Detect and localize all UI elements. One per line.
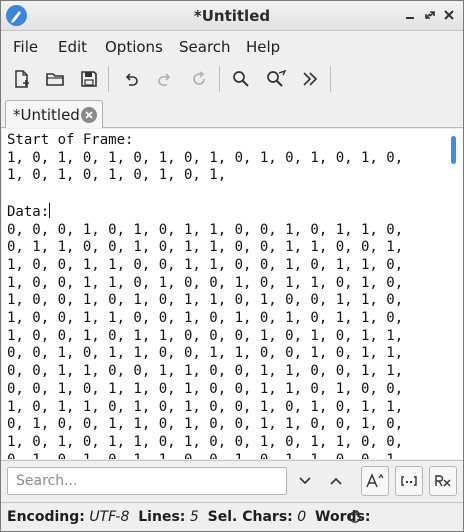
- chevron-down-icon: [299, 477, 311, 485]
- tab-close-icon[interactable]: [81, 107, 97, 123]
- find-replace-button[interactable]: [262, 65, 290, 93]
- encoding-label: Encoding:: [7, 509, 85, 525]
- editor-line: 0, 0, 1, 0, 1, 1, 0, 1, 0, 0, 1, 1, 0, 1…: [7, 380, 404, 397]
- editor-line: 1, 0, 1, 0, 1, 0, 1, 0, 1,: [7, 167, 227, 184]
- text-editor[interactable]: Start of Frame: 1, 0, 1, 0, 1, 0, 1, 0, 1…: [2, 129, 448, 459]
- find-previous-button[interactable]: [322, 467, 350, 495]
- redo-icon: [158, 73, 171, 86]
- match-case-toggle[interactable]: [361, 466, 389, 496]
- sel-chars-label: Sel. Chars:: [207, 509, 293, 525]
- window-title: *Untitled: [193, 7, 271, 25]
- editor-line: 1, 0, 0, 1, 0, 1, 0, 1, 1, 0, 1, 0, 0, 1…: [7, 292, 404, 309]
- title-bar[interactable]: *Untitled: [1, 1, 463, 31]
- regex-toggle[interactable]: [429, 466, 457, 496]
- lines-value: 5: [189, 509, 199, 525]
- refresh-word-count-icon[interactable]: [347, 509, 363, 525]
- save-button[interactable]: [75, 65, 103, 93]
- editor-line: 1, 0, 0, 1, 1, 0, 0, 1, 1, 0, 0, 1, 0, 1…: [7, 256, 404, 273]
- tab-label: *Untitled: [13, 106, 80, 124]
- scrollbar-thumb[interactable]: [451, 136, 456, 164]
- menu-file[interactable]: File: [13, 38, 38, 56]
- encoding-value: UTF-8: [89, 509, 130, 525]
- editor-line: 1, 0, 0, 1, 1, 0, 1, 0, 0, 1, 0, 1, 1, 0…: [7, 274, 404, 291]
- new-document-button[interactable]: [8, 65, 36, 93]
- find-replace-icon: [267, 69, 287, 87]
- regex-icon: [435, 475, 451, 487]
- new-document-icon: [15, 70, 29, 88]
- close-window-icon[interactable]: [442, 8, 456, 22]
- editor-line: 1, 0, 0, 1, 0, 1, 1, 0, 0, 0, 1, 0, 1, 0…: [7, 327, 404, 344]
- editor-line: 0, 1, 0, 1, 0, 1, 1, 0, 0, 1, 0, 1, 1, 0…: [7, 452, 403, 459]
- menu-help[interactable]: Help: [246, 38, 280, 56]
- lines-label: Lines:: [138, 509, 186, 525]
- editor-content[interactable]: Start of Frame: 1, 0, 1, 0, 1, 0, 1, 0, 1…: [7, 132, 403, 459]
- menu-edit[interactable]: Edit: [58, 38, 87, 56]
- whole-word-toggle[interactable]: [395, 466, 423, 496]
- status-info: Encoding: UTF-8 Lines: 5 Sel. Chars: 0 W…: [7, 509, 370, 525]
- find-icon: [233, 71, 249, 87]
- save-icon: [81, 71, 97, 87]
- more-icon: [303, 72, 318, 86]
- chevron-up-icon: [330, 477, 342, 485]
- editor-window: *Untitled File Edit Options Search Help: [0, 0, 464, 532]
- toolbar-separator: [330, 66, 331, 92]
- find-button[interactable]: [227, 65, 255, 93]
- minimize-icon[interactable]: [403, 8, 417, 22]
- open-folder-icon: [46, 73, 64, 86]
- editor-line: 1, 0, 1, 0, 1, 0, 1, 0, 1, 0, 1, 0, 1, 0…: [7, 149, 404, 166]
- editor-line: 0, 0, 1, 1, 0, 0, 1, 1, 0, 0, 1, 1, 0, 0…: [7, 363, 404, 380]
- redo-button[interactable]: [151, 65, 179, 93]
- more-button[interactable]: [296, 65, 324, 93]
- editor-line: 1, 0, 0, 1, 1, 0, 0, 1, 0, 1, 0, 1, 0, 1…: [7, 310, 404, 327]
- reload-button[interactable]: [185, 65, 213, 93]
- restore-icon[interactable]: [423, 8, 437, 22]
- undo-button[interactable]: [117, 65, 145, 93]
- editor-line: 1, 0, 1, 0, 1, 1, 0, 1, 0, 0, 1, 0, 1, 1…: [7, 433, 404, 450]
- match-case-icon: [366, 473, 384, 488]
- tab-untitled[interactable]: *Untitled: [5, 100, 103, 128]
- editor-line: 0, 1, 1, 0, 0, 1, 0, 1, 1, 0, 0, 1, 1, 0…: [7, 239, 404, 256]
- editor-line: 1, 0, 1, 1, 0, 1, 0, 1, 0, 0, 1, 0, 1, 0…: [7, 398, 404, 415]
- menu-search[interactable]: Search: [179, 38, 231, 56]
- tab-bar: *Untitled: [1, 98, 463, 128]
- open-button[interactable]: [41, 65, 69, 93]
- search-bar: [1, 460, 463, 501]
- editor-line: 0, 0, 1, 0, 1, 1, 0, 0, 1, 1, 0, 0, 1, 0…: [7, 345, 404, 362]
- reload-icon: [193, 71, 205, 85]
- whole-word-icon: [401, 476, 417, 486]
- text-cursor: [49, 202, 51, 218]
- editor-line: 0, 1, 0, 0, 1, 1, 0, 1, 0, 0, 1, 1, 0, 0…: [7, 416, 404, 433]
- undo-icon: [125, 73, 138, 86]
- menu-bar: File Edit Options Search Help: [1, 32, 463, 59]
- editor-line: Data:: [7, 202, 51, 220]
- toolbar-separator: [219, 66, 220, 92]
- find-next-button[interactable]: [291, 467, 319, 495]
- vertical-scrollbar[interactable]: [448, 129, 463, 459]
- toolbar: [1, 60, 463, 98]
- menu-options[interactable]: Options: [105, 38, 163, 56]
- sel-chars-value: 0: [297, 509, 307, 525]
- search-input[interactable]: [7, 467, 287, 495]
- status-bar: Encoding: UTF-8 Lines: 5 Sel. Chars: 0 W…: [1, 502, 463, 531]
- editor-line: 0, 0, 0, 1, 0, 1, 0, 1, 1, 0, 0, 1, 0, 1…: [7, 221, 404, 238]
- editor-line: Start of Frame:: [7, 132, 134, 148]
- toolbar-separator: [108, 66, 109, 92]
